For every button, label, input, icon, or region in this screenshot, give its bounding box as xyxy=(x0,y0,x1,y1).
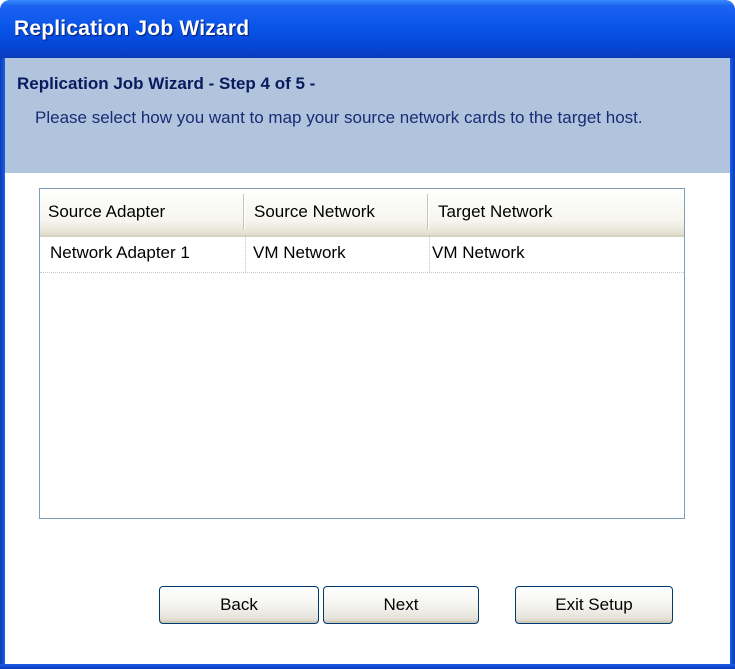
network-mapping-list[interactable]: Source Adapter Source Network Target Net… xyxy=(39,188,685,519)
exit-setup-button[interactable]: Exit Setup xyxy=(515,586,673,624)
column-header-source-network[interactable]: Source Network xyxy=(246,189,428,235)
table-row[interactable]: Network Adapter 1 VM Network VM Network xyxy=(40,235,684,273)
column-divider[interactable] xyxy=(243,194,245,230)
wizard-client-area: Replication Job Wizard - Step 4 of 5 - P… xyxy=(5,58,730,664)
step-title: Replication Job Wizard - Step 4 of 5 - xyxy=(17,74,316,93)
column-divider[interactable] xyxy=(427,194,429,230)
list-header: Source Adapter Source Network Target Net… xyxy=(40,189,684,237)
step-header: Replication Job Wizard - Step 4 of 5 - P… xyxy=(5,58,730,173)
column-header-source-adapter[interactable]: Source Adapter xyxy=(40,189,244,235)
column-header-target-network[interactable]: Target Network xyxy=(430,189,684,235)
window-title: Replication Job Wizard xyxy=(14,17,250,40)
cell-target-network[interactable]: VM Network xyxy=(432,235,682,272)
wizard-window: Replication Job Wizard Replication Job W… xyxy=(0,0,735,669)
next-button[interactable]: Next xyxy=(323,586,479,624)
step-description: Please select how you want to map your s… xyxy=(35,108,643,127)
cell-source-adapter: Network Adapter 1 xyxy=(50,243,190,262)
cell-source-network: VM Network xyxy=(253,243,346,262)
window-frame-right xyxy=(730,58,735,669)
window-frame-bottom xyxy=(0,664,735,669)
title-bar[interactable]: Replication Job Wizard xyxy=(0,0,735,58)
back-button[interactable]: Back xyxy=(159,586,319,624)
cell-divider xyxy=(429,235,430,272)
cell-divider xyxy=(245,235,246,272)
